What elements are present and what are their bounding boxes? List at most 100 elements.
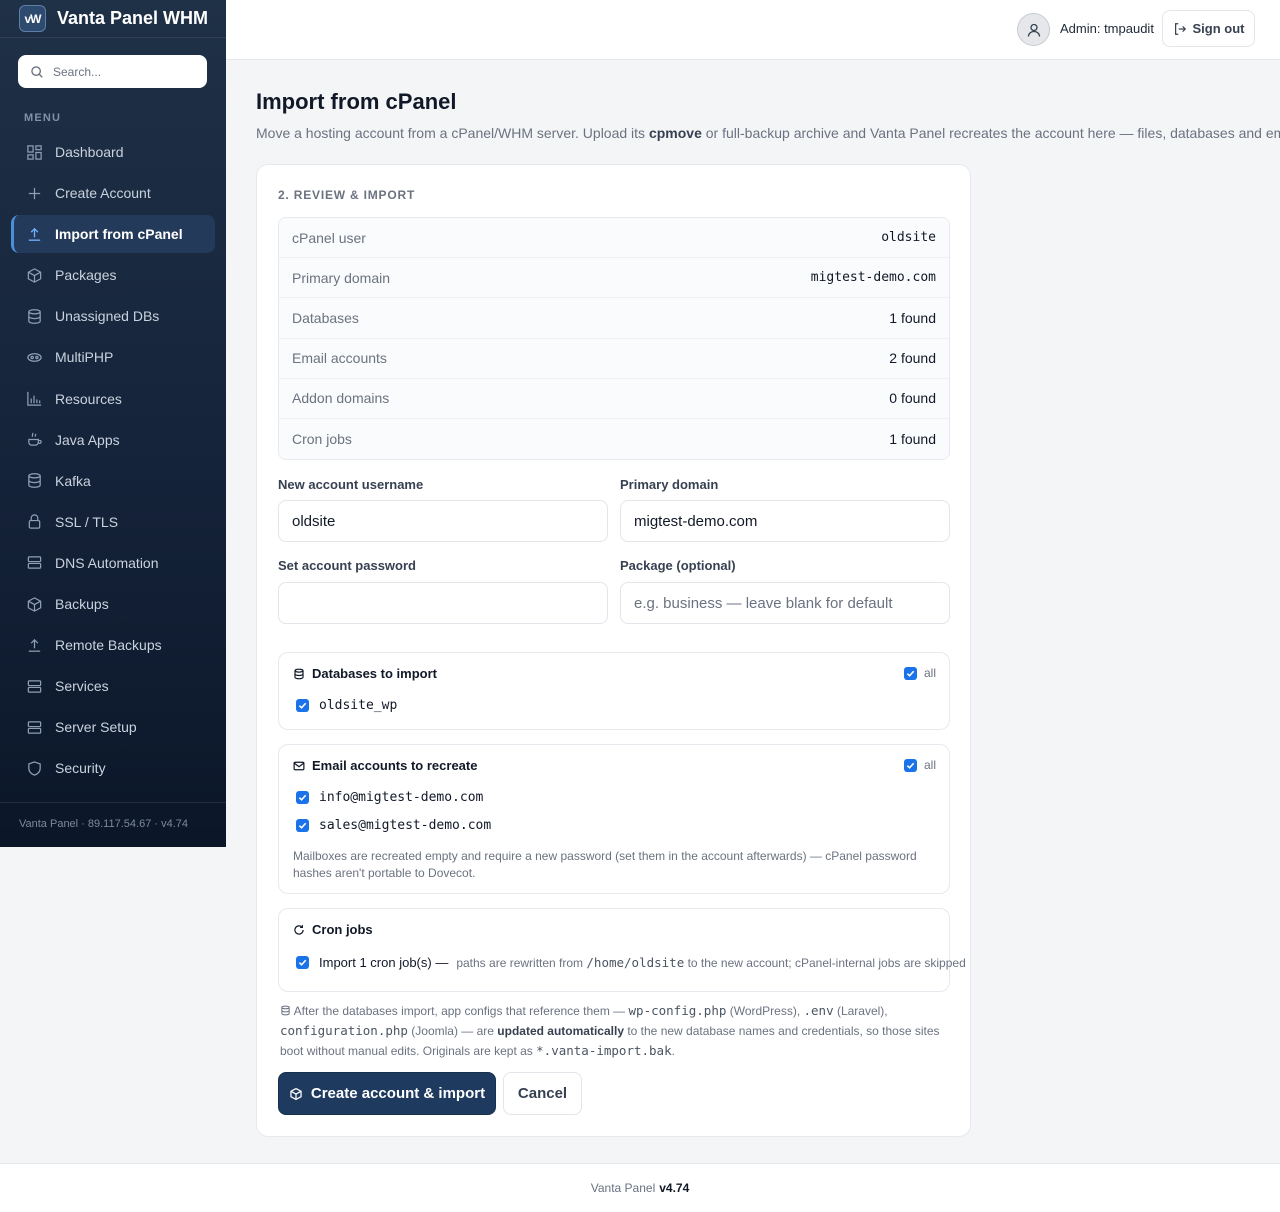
emails-title: Email accounts to recreate bbox=[312, 758, 478, 773]
note-code: .env bbox=[803, 1003, 834, 1018]
databases-title: Databases to import bbox=[312, 666, 437, 681]
note-code: configuration.php bbox=[280, 1023, 408, 1038]
sidebar-item-label: Java Apps bbox=[55, 431, 120, 448]
password-input[interactable] bbox=[292, 594, 592, 612]
sidebar-item-label: Remote Backups bbox=[55, 637, 162, 654]
sign-out-label: Sign out bbox=[1192, 21, 1245, 36]
review-card: 2. REVIEW & IMPORT cPanel user oldsite P… bbox=[256, 164, 971, 1137]
sidebar-item-label: DNS Automation bbox=[55, 554, 159, 571]
databases-select-all[interactable]: all bbox=[903, 666, 936, 680]
sidebar-item-dashboard[interactable]: Dashboard bbox=[11, 133, 215, 171]
checkbox[interactable] bbox=[296, 791, 309, 804]
username-input[interactable] bbox=[292, 512, 592, 530]
cron-item[interactable]: Import 1 cron job(s) — paths are rewritt… bbox=[296, 955, 966, 970]
avatar[interactable] bbox=[1017, 13, 1050, 46]
sidebar-item-packages[interactable]: Packages bbox=[11, 256, 215, 294]
sidebar-item-label: Kafka bbox=[55, 472, 91, 489]
dashboard-icon bbox=[27, 144, 42, 160]
sidebar-item-unassigned-dbs[interactable]: Unassigned DBs bbox=[11, 297, 215, 335]
sidebar-item-multiphp[interactable]: MultiPHP bbox=[11, 338, 215, 376]
summary-value: 1 found bbox=[889, 309, 936, 326]
admin-label: Admin: tmpaudit bbox=[1060, 21, 1154, 36]
cancel-button[interactable]: Cancel bbox=[503, 1072, 582, 1115]
box-icon bbox=[290, 1087, 302, 1100]
cron-title: Cron jobs bbox=[312, 922, 373, 937]
email-item[interactable]: info@migtest-demo.com bbox=[296, 790, 483, 805]
summary-key: Primary domain bbox=[292, 269, 391, 286]
check-icon bbox=[298, 702, 307, 709]
sidebar-item-remote-backups[interactable]: Remote Backups bbox=[11, 626, 215, 664]
sidebar-item-label: Server Setup bbox=[55, 719, 137, 736]
check-icon bbox=[906, 670, 915, 677]
refresh-icon bbox=[294, 924, 304, 935]
server-icon bbox=[27, 721, 42, 734]
summary-value: migtest-demo.com bbox=[810, 270, 936, 286]
sign-out-button[interactable]: Sign out bbox=[1162, 10, 1255, 47]
databases-header: Databases to import bbox=[293, 666, 437, 681]
search-icon bbox=[31, 65, 43, 78]
box-icon bbox=[27, 267, 42, 283]
auto-update-note: After the databases import, app configs … bbox=[280, 1001, 940, 1061]
note-text: (Joomla) — are bbox=[407, 1024, 498, 1038]
database-item[interactable]: oldsite_wp bbox=[296, 698, 397, 713]
checkbox[interactable] bbox=[903, 758, 917, 772]
username-field[interactable] bbox=[278, 500, 608, 542]
shield-icon bbox=[28, 761, 41, 776]
summary-table: cPanel user oldsite Primary domain migte… bbox=[278, 217, 950, 461]
brand-logo: vW bbox=[19, 5, 46, 32]
sidebar-item-label: Packages bbox=[55, 267, 117, 284]
username-label: New account username bbox=[278, 477, 424, 492]
server-icon bbox=[27, 679, 42, 693]
sidebar-item-label: Import from cPanel bbox=[55, 226, 183, 243]
search-input[interactable] bbox=[53, 64, 193, 79]
checkbox[interactable] bbox=[296, 819, 309, 832]
step-label: 2. REVIEW & IMPORT bbox=[278, 188, 416, 202]
subtitle-text: Move a hosting account from a cPanel/WHM… bbox=[256, 125, 649, 141]
sidebar-item-label: Backups bbox=[55, 596, 109, 613]
sidebar-item-dns-automation[interactable]: DNS Automation bbox=[11, 544, 215, 582]
emails-note: Mailboxes are recreated empty and requir… bbox=[293, 849, 917, 880]
summary-value: 1 found bbox=[889, 431, 936, 448]
sidebar-item-label: Unassigned DBs bbox=[55, 308, 160, 325]
summary-key: Addon domains bbox=[292, 390, 390, 407]
cron-desc-text: to the new account; cPanel-internal jobs… bbox=[684, 956, 966, 970]
sidebar-item-services[interactable]: Services bbox=[11, 667, 215, 705]
sidebar-item-resources[interactable]: Resources bbox=[11, 380, 215, 418]
sidebar-item-kafka[interactable]: Kafka bbox=[11, 462, 215, 500]
page-footer: Vanta Panel v4.74 bbox=[0, 1163, 1280, 1212]
note-text: . bbox=[671, 1044, 675, 1058]
create-account-import-button[interactable]: Create account & import bbox=[278, 1072, 496, 1115]
sidebar-item-create-account[interactable]: Create Account bbox=[11, 174, 215, 212]
email-item[interactable]: sales@migtest-demo.com bbox=[296, 818, 491, 833]
sidebar-item-security[interactable]: Security bbox=[11, 749, 215, 787]
note-bold: updated automatically bbox=[497, 1024, 624, 1038]
sidebar-item-ssl-tls[interactable]: SSL / TLS bbox=[11, 503, 215, 541]
sidebar-item-backups[interactable]: Backups bbox=[11, 585, 215, 623]
domain-field[interactable] bbox=[620, 500, 950, 542]
sidebar-item-server-setup[interactable]: Server Setup bbox=[11, 708, 215, 746]
package-input[interactable] bbox=[634, 594, 934, 612]
sidebar-item-java-apps[interactable]: Java Apps bbox=[11, 421, 215, 459]
checkbox[interactable] bbox=[296, 956, 309, 969]
search-box[interactable] bbox=[18, 55, 207, 88]
sidebar-footer: Vanta Panel · 89.117.54.67 · v4.74 bbox=[0, 802, 226, 830]
cron-description: paths are rewritten from /home/oldsite t… bbox=[456, 955, 965, 970]
sidebar-item-label: Resources bbox=[55, 390, 122, 407]
password-label: Set account password bbox=[278, 558, 416, 573]
summary-row: cPanel user oldsite bbox=[279, 218, 949, 259]
summary-row: Addon domains 0 found bbox=[279, 378, 949, 419]
password-field[interactable] bbox=[278, 582, 608, 624]
summary-value: oldsite bbox=[881, 230, 936, 246]
sidebar-item-import-from-cpanel[interactable]: Import from cPanel bbox=[11, 215, 215, 254]
cron-desc-text: paths are rewritten from bbox=[456, 956, 587, 970]
package-field[interactable] bbox=[620, 582, 950, 624]
database-icon bbox=[294, 668, 304, 679]
checkbox[interactable] bbox=[903, 666, 917, 680]
php-icon bbox=[27, 353, 42, 362]
domain-input[interactable] bbox=[634, 512, 934, 530]
summary-value: 2 found bbox=[889, 350, 936, 367]
checkbox[interactable] bbox=[296, 699, 309, 712]
emails-box: Email accounts to recreate all info@migt… bbox=[278, 744, 950, 894]
brand[interactable]: vW Vanta Panel WHM bbox=[0, 0, 226, 38]
emails-select-all[interactable]: all bbox=[903, 758, 936, 772]
